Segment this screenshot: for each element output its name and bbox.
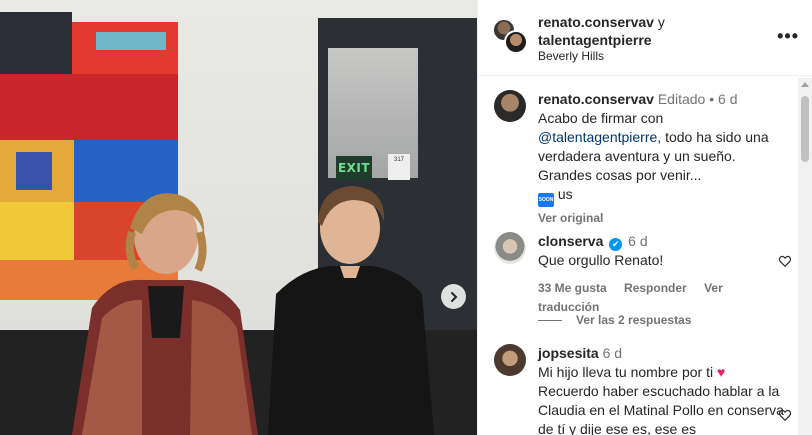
- more-options-button[interactable]: •••: [777, 26, 799, 47]
- comment-body: clonserva ✔ 6 d Que orgullo Renato! 33 M…: [538, 232, 788, 317]
- author-joiner: y: [657, 14, 665, 30]
- view-replies-button[interactable]: Ver las 2 respuestas: [538, 313, 691, 327]
- like-comment-button[interactable]: [778, 408, 792, 422]
- see-original-link[interactable]: Ver original: [538, 211, 603, 225]
- red-heart-emoji: ♥: [716, 364, 726, 380]
- comment-item: clonserva ✔ 6 d Que orgullo Renato! 33 M…: [494, 232, 794, 314]
- caption-tail: us: [557, 186, 573, 202]
- reply-button[interactable]: Responder: [624, 281, 687, 295]
- heart-icon: [778, 255, 792, 268]
- collab-avatars[interactable]: [492, 18, 528, 54]
- separator-dot: •: [709, 91, 715, 107]
- post-authors: renato.conservav y talentagentpierre: [538, 13, 758, 49]
- post-sidebar: renato.conservav y talentagentpierre Bev…: [477, 0, 812, 435]
- post-header: renato.conservav y talentagentpierre Bev…: [478, 0, 812, 76]
- caption-comment: renato.conservav Editado • 6 d Acabo de …: [494, 90, 794, 225]
- avatar[interactable]: [494, 90, 526, 122]
- comments-list: renato.conservav Editado • 6 d Acabo de …: [478, 78, 799, 435]
- comment-item: jopsesita 6 d Mi hijo lleva tu nombre po…: [494, 344, 794, 435]
- next-image-button[interactable]: [441, 284, 466, 309]
- comment-time[interactable]: 6 d: [603, 345, 622, 361]
- comment-username[interactable]: clonserva: [538, 233, 603, 249]
- avatar: [504, 30, 528, 54]
- comment-time[interactable]: 6 d: [718, 91, 737, 107]
- caption-text: Acabo de firmar con: [538, 110, 664, 126]
- chevron-right-icon: [450, 291, 457, 302]
- like-comment-button[interactable]: [778, 254, 792, 268]
- author-username[interactable]: talentagentpierre: [538, 32, 652, 48]
- edited-label: Editado: [657, 91, 706, 107]
- comment-time[interactable]: 6 d: [628, 233, 647, 249]
- comment-username[interactable]: renato.conservav: [538, 91, 654, 107]
- avatar[interactable]: [494, 344, 526, 376]
- comment-text: Mi hijo lleva tu nombre por ti: [538, 364, 714, 380]
- verified-badge-icon: ✔: [609, 238, 623, 251]
- comment-text: Que orgullo Renato!: [538, 252, 664, 268]
- scroll-up-icon[interactable]: [801, 82, 809, 87]
- soon-emoji: SOON: [538, 193, 554, 207]
- comment-username[interactable]: jopsesita: [538, 345, 599, 361]
- mention-link[interactable]: @talentagentpierre: [538, 129, 657, 145]
- author-username[interactable]: renato.conservav: [538, 14, 654, 30]
- heart-icon: [778, 409, 792, 422]
- exit-sign: EXIT: [336, 156, 372, 180]
- wall-sign: 317: [388, 154, 410, 180]
- person-right: [268, 186, 434, 435]
- comment-text-cont: Recuerdo haber escuchado hablar a la Cla…: [538, 383, 784, 435]
- post-photo: EXIT 317: [0, 0, 477, 435]
- view-replies-label: Ver las 2 respuestas: [576, 313, 692, 327]
- person-left: [72, 193, 258, 435]
- likes-count[interactable]: 33 Me gusta: [538, 281, 607, 295]
- scroll-thumb[interactable]: [801, 96, 809, 162]
- comment-body: renato.conservav Editado • 6 d Acabo de …: [538, 90, 788, 228]
- avatar[interactable]: [494, 232, 526, 264]
- location-link[interactable]: Beverly Hills: [538, 49, 604, 63]
- comments-scrollbar[interactable]: [798, 78, 812, 435]
- comment-body: jopsesita 6 d Mi hijo lleva tu nombre po…: [538, 344, 788, 435]
- replies-divider: [538, 320, 562, 322]
